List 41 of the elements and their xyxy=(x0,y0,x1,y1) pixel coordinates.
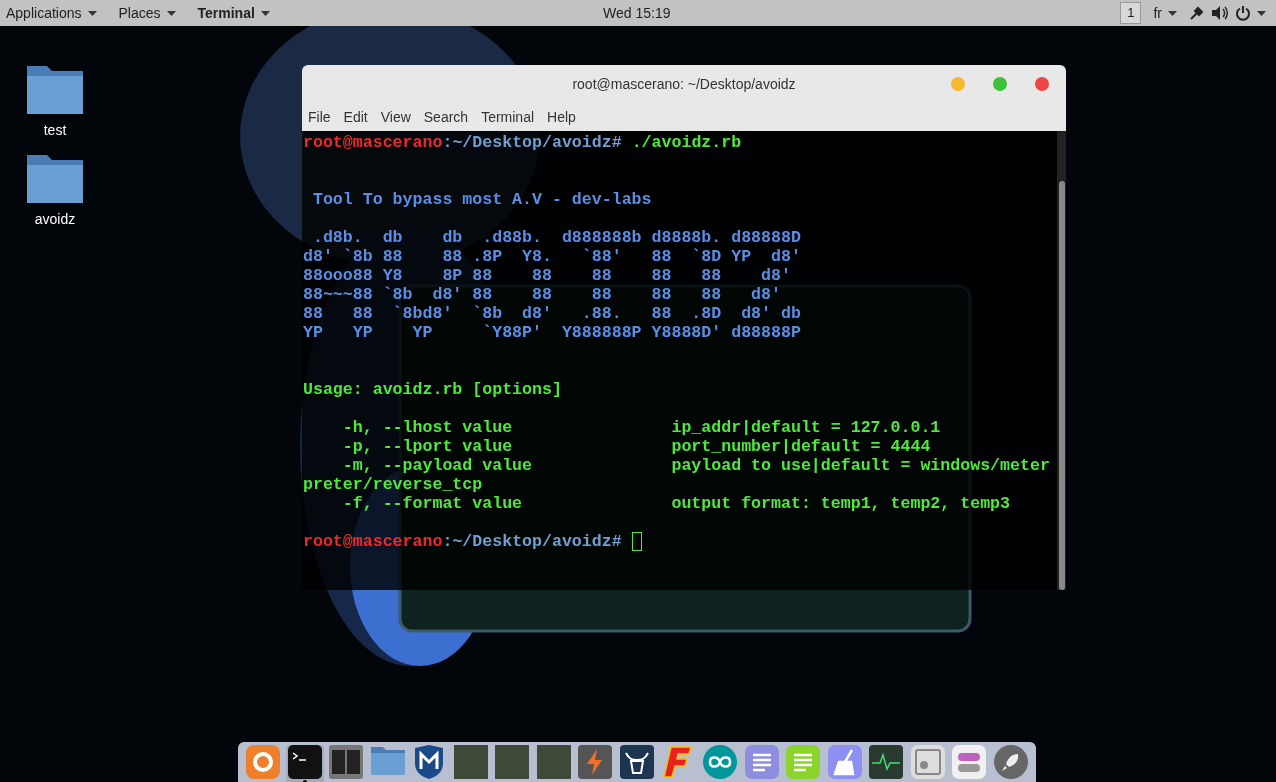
power-icon[interactable] xyxy=(1235,5,1251,21)
terminal-text: YP YP YP `Y88P' Y888888P Y8888D' d88888P xyxy=(303,323,801,342)
terminal-text: 88 88 `8bd8' `8b d8' .88. 88 .8D d8' db xyxy=(303,304,801,323)
terminal-text: Tool To bypass most A.V - dev-labs xyxy=(311,190,652,209)
terminal-text: d8' `8b 88 88 .8P Y8. `88' 88 `8D YP d8' xyxy=(303,247,801,266)
caret-icon xyxy=(1168,10,1177,16)
terminal-text: 88ooo88 Y8 8P 88 88 88 88 88 d8' xyxy=(303,266,791,285)
caret-icon xyxy=(1257,10,1266,16)
menu-item[interactable]: View xyxy=(380,106,411,128)
terminal-text: .d8b. db db .d88b. d888888b d8888b. d88888D xyxy=(311,228,801,247)
top-bar-menu[interactable]: Terminal xyxy=(197,2,270,24)
top-bar-menu[interactable]: Places xyxy=(118,2,176,24)
close-button[interactable] xyxy=(1035,77,1049,91)
terminal-text: ./avoidz.rb xyxy=(630,133,742,152)
menu-item[interactable]: Search xyxy=(423,106,469,128)
terminal-text: Usage: avoidz.rb [options] xyxy=(303,380,562,399)
terminal-text: root@mascerano xyxy=(303,532,443,551)
menu-item[interactable]: Terminal xyxy=(481,106,535,128)
menu-item[interactable]: Help xyxy=(547,106,576,128)
terminal-text: -m, --payload value payload to use|default = windows/meter xyxy=(341,456,1050,475)
terminal-text: :~/Desktop/avoidz# xyxy=(442,133,622,152)
volume-icon[interactable] xyxy=(1211,5,1229,21)
terminal-text: -p, --lport value port_number|default = 4444 xyxy=(341,437,931,456)
top-bar-menu[interactable]: Applications xyxy=(6,2,97,24)
workspace-indicator[interactable]: 1 xyxy=(1120,2,1142,24)
keyboard-layout-menu[interactable]: fr xyxy=(1153,2,1177,24)
caret-icon xyxy=(166,10,176,16)
menu-item[interactable]: Edit xyxy=(343,106,368,128)
caret-icon xyxy=(260,10,270,16)
caret-icon xyxy=(87,10,97,16)
terminal-text: -f, --format value output format: temp1, temp2, temp3 xyxy=(341,494,1010,513)
terminal-text: preter/reverse_tcp xyxy=(303,475,483,494)
terminal-text: root@mascerano xyxy=(303,133,443,152)
terminal-text: -h, --lhost value ip_addr|default = 127.0.0.1 xyxy=(341,418,941,437)
window-title: root@mascerano: ~/Desktop/avoidz xyxy=(572,74,796,94)
folder-label: test xyxy=(43,121,67,140)
menu-item[interactable]: File xyxy=(308,106,331,128)
folder-label: avoidz xyxy=(34,210,76,229)
terminal-text: 88~~~88 `8b d8' 88 88 88 88 88 d8' xyxy=(303,285,781,304)
terminal-text: :~/Desktop/avoidz# xyxy=(442,532,622,551)
clock[interactable]: Wed 15:19 xyxy=(603,2,671,24)
